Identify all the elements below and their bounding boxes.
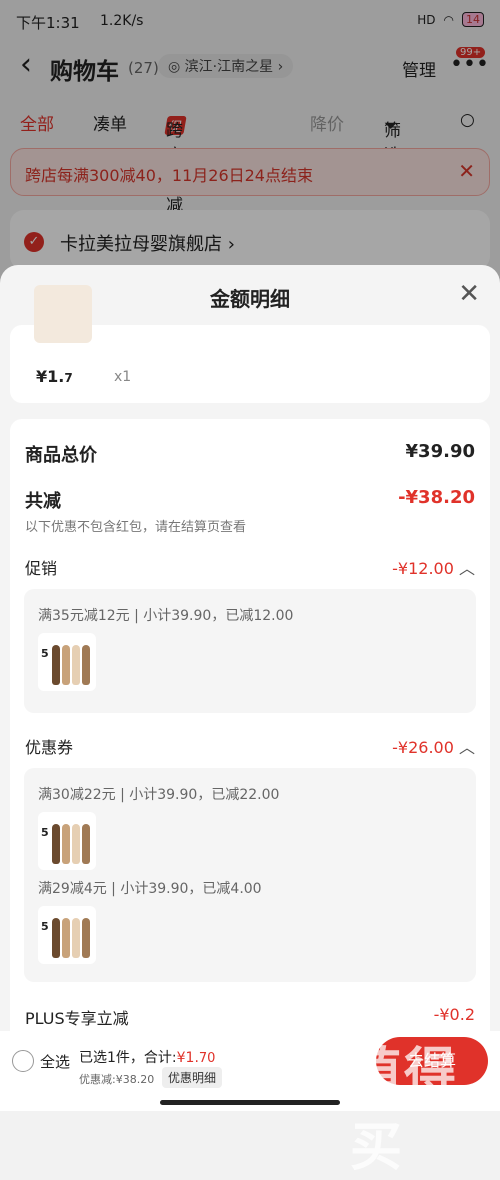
product-thumbnail (34, 285, 92, 343)
product-thumbnail: 5 (38, 812, 96, 870)
discount-detail-button[interactable]: 优惠明细 (162, 1067, 223, 1088)
coupon-detail-box: 满30减22元 | 小计39.90，已减22.00 5 满29减4元 | 小计3… (24, 768, 476, 982)
product-thumbnail: 5 (38, 906, 96, 964)
item-price-dec: 7 (64, 371, 73, 385)
sock-mark: 5 (41, 647, 49, 660)
promo-label: 促销 (25, 559, 58, 578)
coupon-detail-1: 满30减22元 | 小计39.90，已减22.00 (38, 787, 280, 803)
total-value: ¥39.90 (405, 441, 475, 462)
total-price-int: ¥1. (176, 1050, 199, 1066)
sock-mark: 5 (41, 920, 49, 933)
amount-detail-sheet: 金额明细 ✕ ¥1.7 x1 商品总价 ¥39.90 共减 -¥38.20 以下… (0, 265, 500, 1111)
item-qty: x1 (114, 369, 132, 385)
item-price-int: ¥1. (36, 367, 65, 386)
promo-toggle[interactable]: -¥12.00 ︿ (392, 555, 475, 579)
item-price: ¥1.7 (36, 367, 73, 386)
coupon-detail-2: 满29减4元 | 小计39.90，已减4.00 (38, 881, 262, 897)
coupon-label: 优惠券 (25, 738, 74, 757)
plus-value: -¥0.2 (433, 1005, 475, 1024)
selected-summary: 已选1件，合计:¥1.70 (79, 1047, 215, 1067)
product-card: ¥1.7 x1 (10, 285, 490, 403)
reduce-value: -¥38.20 (398, 487, 475, 508)
coupon-toggle[interactable]: -¥26.00 ︿ (392, 734, 475, 758)
reduce-label: 共减 (25, 491, 61, 512)
promo-detail: 满35元减12元 | 小计39.90，已减12.00 (38, 608, 294, 624)
total-price-dec: 70 (198, 1051, 216, 1066)
discount-summary: 优惠减:¥38.20 (79, 1073, 155, 1086)
plus-label: PLUS专享立减 (25, 1009, 129, 1028)
select-all-radio[interactable] (12, 1050, 34, 1072)
selected-label: 已选1件，合计: (79, 1050, 177, 1066)
total-label: 商品总价 (25, 445, 97, 466)
watermark-url: zhizhizhi.com (352, 1086, 440, 1101)
reduce-note: 以下优惠不包含红包，请在结算页查看 (25, 520, 247, 535)
sock-mark: 5 (41, 826, 49, 839)
home-indicator[interactable] (160, 1100, 340, 1105)
close-icon[interactable]: ✕ (458, 279, 480, 309)
select-all-label[interactable]: 全选 (40, 1051, 70, 1072)
coupon-value: -¥26.00 (392, 738, 454, 757)
product-thumbnail: 5 (38, 633, 96, 691)
chevron-up-icon: ︿ (458, 738, 475, 757)
price-detail-card: 商品总价 ¥39.90 共减 -¥38.20 以下优惠不包含红包，请在结算页查看… (10, 419, 490, 1111)
chevron-up-icon: ︿ (458, 559, 475, 578)
watermark: 值得买 (350, 1043, 459, 1178)
promo-detail-box: 满35元减12元 | 小计39.90，已减12.00 5 (24, 589, 476, 713)
promo-value: -¥12.00 (392, 559, 454, 578)
